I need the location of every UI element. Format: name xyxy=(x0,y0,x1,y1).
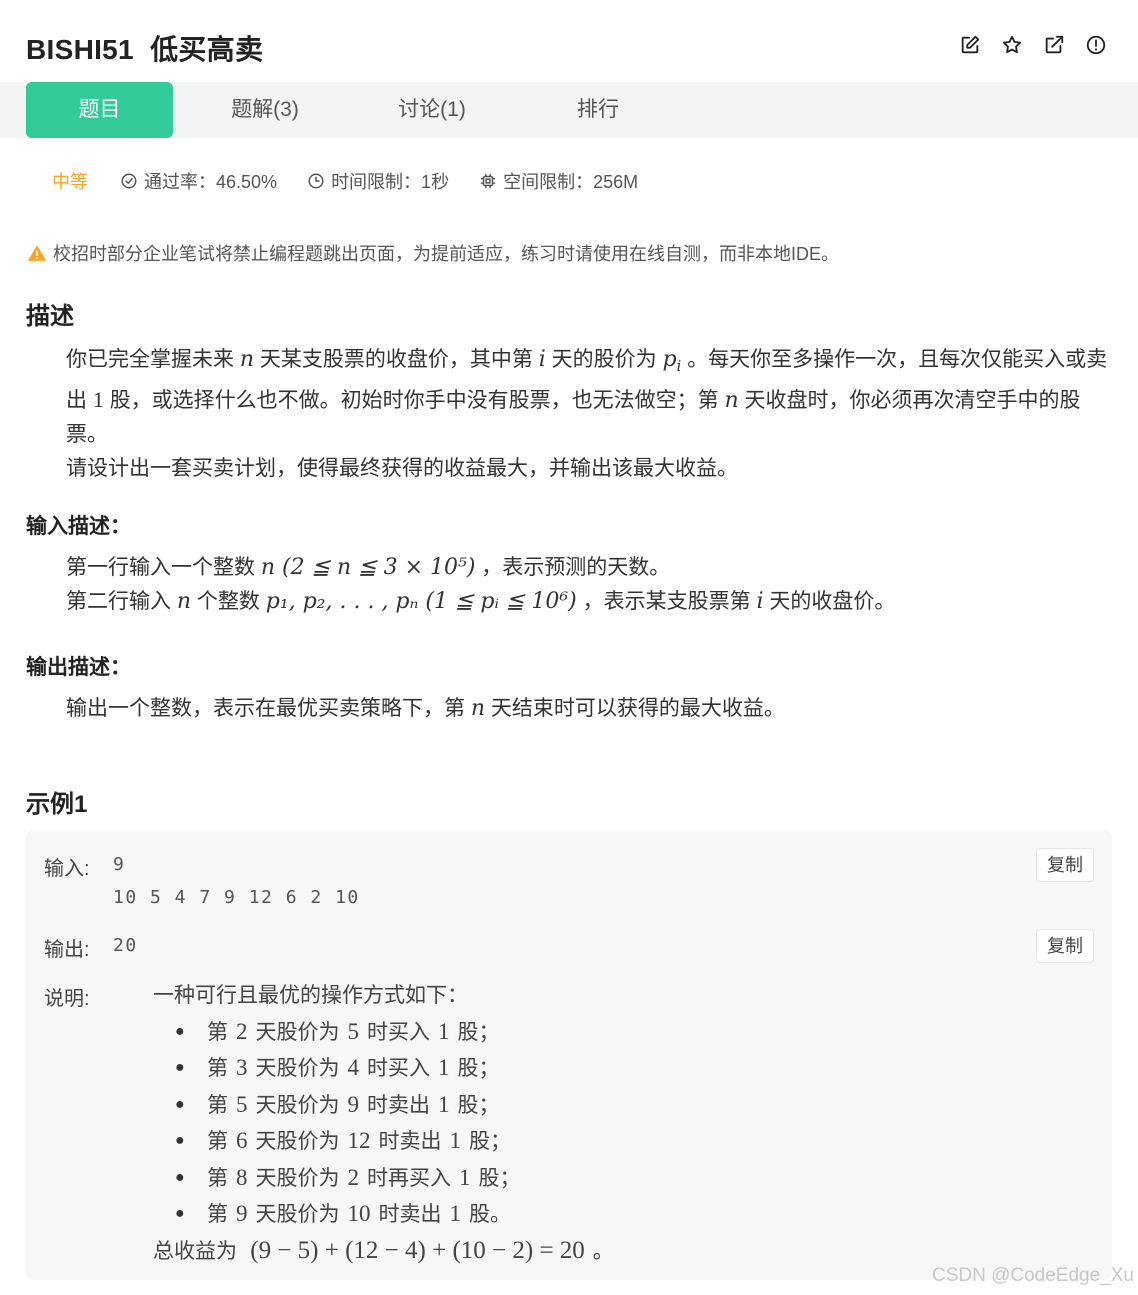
input-desc-body: 第一行输入一个整数 n (2 ≦ n ≦ 3 × 10⁵) ，表示预测的天数。 … xyxy=(26,551,1116,619)
math-n-2: n xyxy=(724,388,739,414)
pass-rate: 通过率：46.50% xyxy=(120,168,277,194)
memory-limit-text: 空间限制：256M xyxy=(503,172,639,192)
example-explain-label: 说明: xyxy=(44,988,90,1010)
tab-bar: 题目 题解(3) 讨论(1) 排行 xyxy=(0,82,1138,138)
description-paragraph-1: 你已完全掌握未来 n 天某支股票的收盘价，其中第 i 天的股价为 pi 。每天你… xyxy=(66,347,1108,447)
example-box: 输入: 9 10 5 4 7 9 12 6 2 10 复制 输出: 20 复制 … xyxy=(26,830,1112,1280)
explain-total: 总收益为 (9 − 5) + (12 − 4) + (10 − 2) = 20。 xyxy=(153,1236,614,1264)
example-explanation: 一种可行且最优的操作方式如下： 第2天股价为5时买入1股； 第3天股价为4时买入… xyxy=(153,978,614,1269)
copy-input-button[interactable]: 复制 xyxy=(1036,848,1094,882)
chip-icon xyxy=(481,174,495,188)
info-circle-icon[interactable] xyxy=(1084,33,1108,57)
example-output-value: 20 xyxy=(113,935,138,956)
explain-step: 第8天股价为2时再买入1股； xyxy=(175,1160,614,1197)
input-desc-line-1: 第一行输入一个整数 n (2 ≦ n ≦ 3 × 10⁵) ，表示预测的天数。 xyxy=(66,555,671,580)
input-desc-heading: 输入描述： xyxy=(26,515,131,538)
memory-limit: 空间限制：256M xyxy=(479,168,638,194)
explain-step: 第9天股价为10时卖出1股。 xyxy=(175,1196,614,1233)
title-actions xyxy=(958,33,1108,57)
explain-step: 第5天股价为9时卖出1股； xyxy=(175,1087,614,1124)
explain-intro: 一种可行且最优的操作方式如下： xyxy=(153,983,468,1007)
total-expression: (9 − 5) + (12 − 4) + (10 − 2) = 20 xyxy=(250,1236,585,1264)
edit-icon[interactable] xyxy=(958,33,982,57)
notice-banner: 校招时部分企业笔试将禁止编程题跳出页面，为提前适应，练习时请使用在线自测，而非本… xyxy=(27,240,839,266)
explain-step: 第6天股价为12时卖出1股； xyxy=(175,1123,614,1160)
output-desc-heading: 输出描述： xyxy=(26,656,131,679)
example-input-line-1: 9 xyxy=(113,854,126,875)
math-n: n xyxy=(239,347,255,372)
title-bar: BISHI51 低买高卖 xyxy=(0,0,1138,82)
star-icon[interactable] xyxy=(1000,33,1024,57)
explain-steps: 第2天股价为5时买入1股； 第3天股价为4时买入1股； 第5天股价为9时卖出1股… xyxy=(175,1014,614,1233)
output-desc-line-1: 输出一个整数，表示在最优买卖策略下，第 n 天结束时可以获得的最大收益。 xyxy=(66,696,785,721)
page-title: BISHI51 低买高卖 xyxy=(26,34,264,65)
example-heading: 示例1 xyxy=(26,791,88,818)
difficulty-badge: 中等 xyxy=(52,172,88,192)
tab-solutions[interactable]: 题解(3) xyxy=(205,82,325,138)
tab-problem[interactable]: 题目 xyxy=(26,82,173,138)
external-link-icon[interactable] xyxy=(1042,33,1066,57)
clock-icon xyxy=(308,173,324,189)
check-circle-icon xyxy=(121,173,137,189)
math-p: p xyxy=(662,347,677,372)
math-n-range: n (2 ≦ n ≦ 3 × 10⁵) xyxy=(260,555,476,580)
watermark: CSDN @CodeEdge_Xu xyxy=(931,1265,1134,1286)
description-heading: 描述 xyxy=(26,303,74,330)
pass-rate-text: 通过率：46.50% xyxy=(144,172,278,192)
output-desc-body: 输出一个整数，表示在最优买卖策略下，第 n 天结束时可以获得的最大收益。 xyxy=(26,692,1116,726)
time-limit-text: 时间限制：1秒 xyxy=(331,172,450,192)
explain-step: 第3天股价为4时买入1股； xyxy=(175,1050,614,1087)
math-i: i xyxy=(538,347,546,372)
description-body: 你已完全掌握未来 n 天某支股票的收盘价，其中第 i 天的股价为 pi 。每天你… xyxy=(26,343,1116,486)
input-desc-line-2: 第二行输入 n 个整数 p₁, p₂, . . . , pₙ (1 ≦ pᵢ ≦… xyxy=(66,589,896,614)
problem-meta: 中等 通过率：46.50% 时间限制：1秒 空间限制：256M xyxy=(52,168,668,194)
example-output-label: 输出: xyxy=(44,939,90,961)
math-one: 1 xyxy=(92,387,104,413)
time-limit: 时间限制：1秒 xyxy=(307,168,449,194)
warning-icon xyxy=(27,245,47,261)
math-p-subscript: i xyxy=(676,357,682,376)
example-input-label: 输入: xyxy=(44,858,90,880)
example-input-line-2: 10 5 4 7 9 12 6 2 10 xyxy=(113,887,360,908)
notice-text: 校招时部分企业笔试将禁止编程题跳出页面，为提前适应，练习时请使用在线自测，而非本… xyxy=(53,244,840,264)
math-p-range: p₁, p₂, . . . , pₙ (1 ≦ pᵢ ≦ 10⁶) xyxy=(265,589,577,614)
explain-step: 第2天股价为5时买入1股； xyxy=(175,1014,614,1051)
tab-discussion[interactable]: 讨论(1) xyxy=(372,82,492,138)
description-paragraph-2: 请设计出一套买卖计划，使得最终获得的收益最大，并输出该最大收益。 xyxy=(66,457,738,481)
tab-ranking[interactable]: 排行 xyxy=(538,82,658,138)
copy-output-button[interactable]: 复制 xyxy=(1036,929,1094,963)
